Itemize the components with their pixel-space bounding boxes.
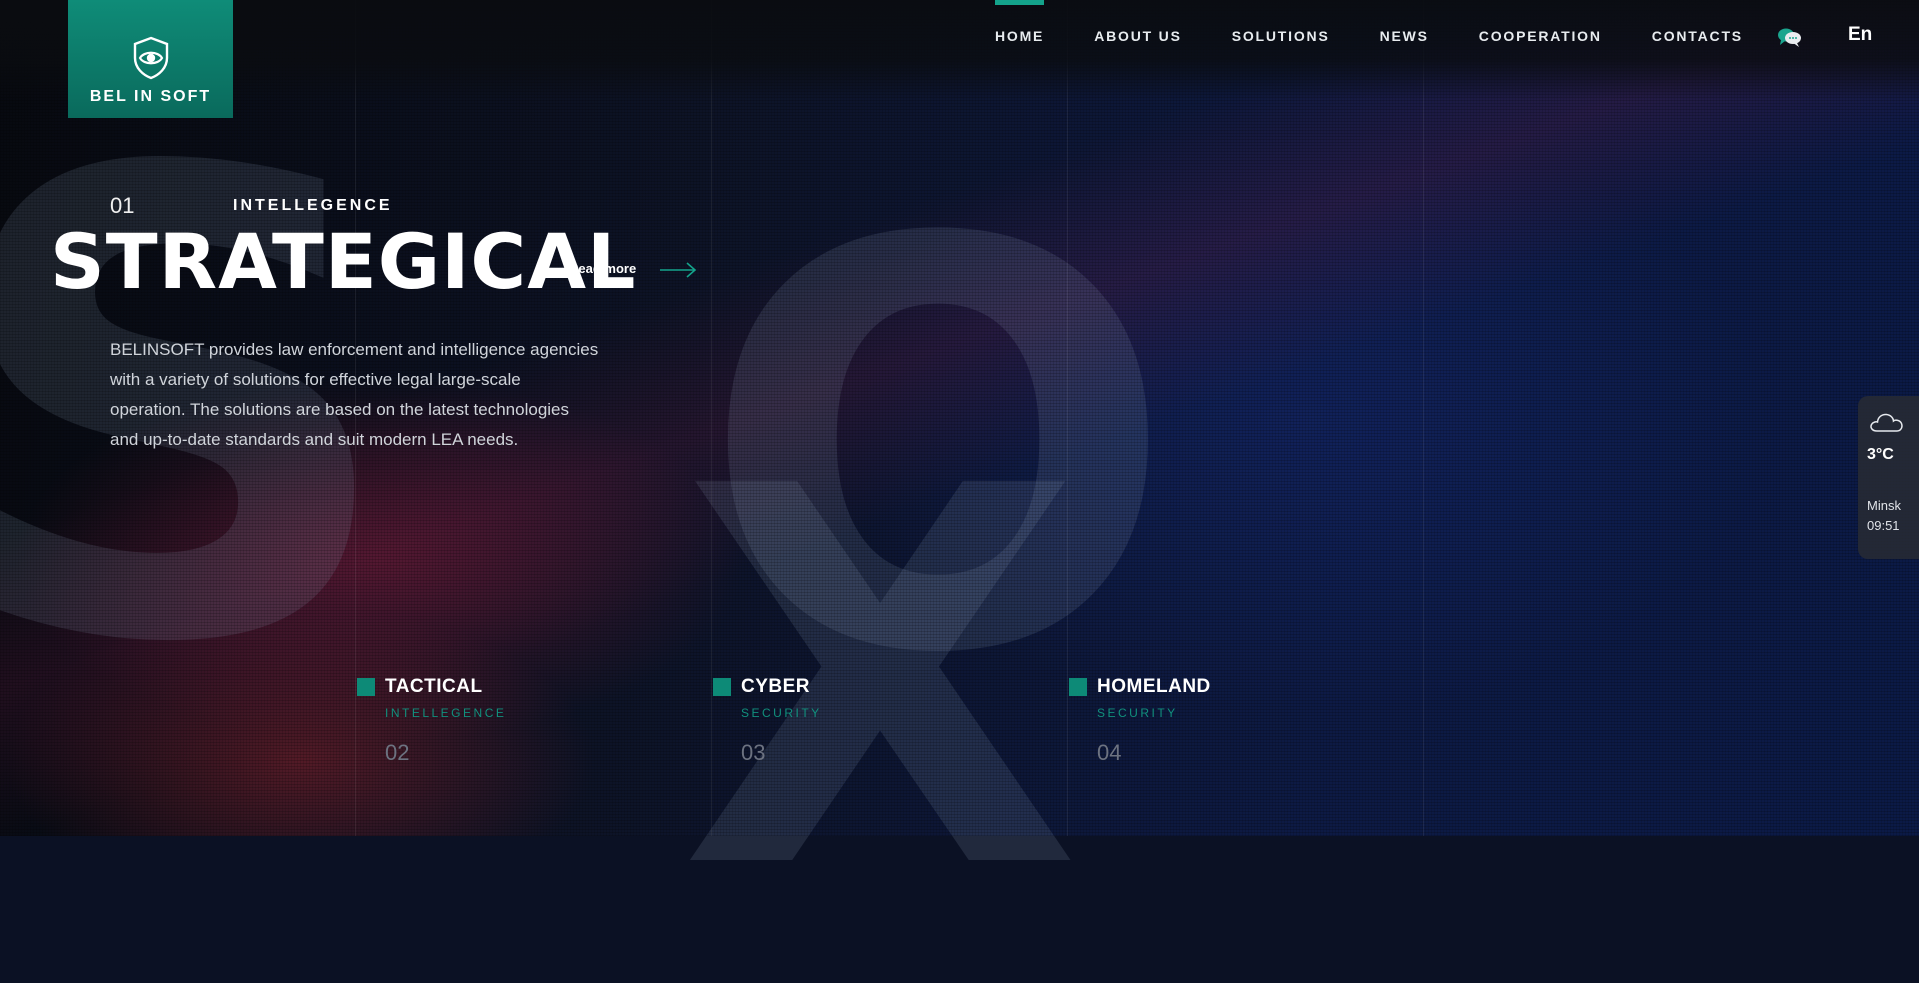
- chat-bubbles-icon[interactable]: [1776, 26, 1804, 53]
- nav-cooperation[interactable]: COOPERATION: [1479, 0, 1602, 72]
- column-divider: [1067, 0, 1068, 836]
- category-number: 02: [385, 740, 410, 765]
- weather-time: 09:51: [1867, 518, 1900, 533]
- language-switcher[interactable]: En: [1848, 24, 1872, 46]
- category-subtitle: INTELLEGENCE: [385, 706, 507, 720]
- category-title: CYBER: [741, 676, 811, 697]
- nav-news[interactable]: NEWS: [1380, 0, 1429, 72]
- slide-category: INTELLEGENCE: [233, 197, 393, 214]
- weather-city: Minsk: [1867, 498, 1901, 513]
- main-nav: HOME ABOUT US SOLUTIONS NEWS COOPERATION…: [970, 0, 1768, 72]
- logo-text: BEL IN SOFT: [89, 88, 212, 105]
- category-title: TACTICAL: [385, 676, 483, 697]
- shield-eye-icon: [133, 36, 168, 80]
- category-marker: [357, 678, 375, 696]
- slide-number: 01: [110, 193, 135, 218]
- logo[interactable]: BEL IN SOFT: [68, 0, 233, 118]
- category-marker: [713, 678, 731, 696]
- category-title: HOMELAND: [1097, 676, 1211, 697]
- hero-title: STRATEGICAL: [50, 217, 637, 306]
- category-subtitle: SECURITY: [741, 706, 822, 720]
- weather-temperature: 3°C: [1867, 446, 1894, 463]
- category-number: 03: [741, 740, 766, 765]
- read-more-link[interactable]: Read more: [569, 261, 636, 276]
- nav-solutions[interactable]: SOLUTIONS: [1232, 0, 1330, 72]
- category-subtitle: SECURITY: [1097, 706, 1178, 720]
- column-divider: [711, 0, 712, 836]
- nav-contacts[interactable]: CONTACTS: [1652, 0, 1743, 72]
- category-marker: [1069, 678, 1087, 696]
- nav-about-us[interactable]: ABOUT US: [1094, 0, 1182, 72]
- category-number: 04: [1097, 740, 1122, 765]
- column-divider: [1423, 0, 1424, 836]
- weather-widget[interactable]: 3°C Minsk 09:51: [1858, 396, 1919, 559]
- cloud-icon: [1868, 410, 1906, 439]
- arrow-right-icon[interactable]: [660, 260, 698, 285]
- hero-description: BELINSOFT provides law enforcement and i…: [110, 340, 599, 449]
- nav-home[interactable]: HOME: [995, 0, 1045, 72]
